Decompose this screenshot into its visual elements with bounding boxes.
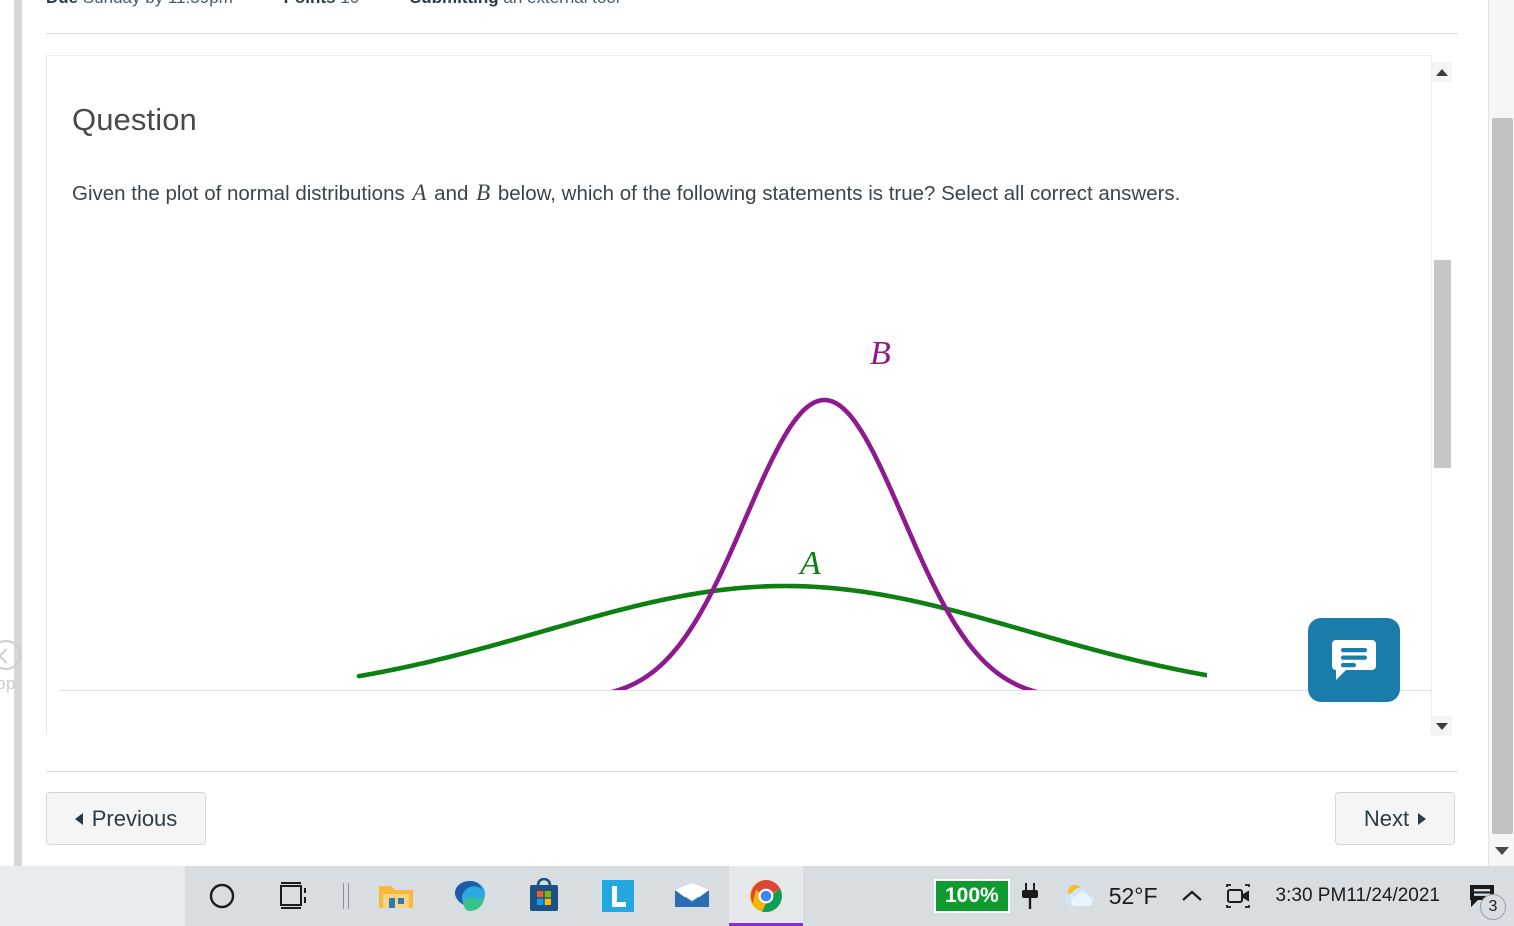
back-to-top-button[interactable]: op (0, 640, 34, 710)
browser-content-area: op Due Sunday by 11:59pm Points 10 Submi… (0, 0, 1514, 866)
taskbar-separator (333, 866, 359, 926)
taskbar-left-pad (0, 866, 185, 926)
assignment-meta-points: Points 10 (284, 0, 364, 7)
taskbar-app-list (185, 866, 803, 926)
curve-label-b: B (870, 335, 891, 372)
triangle-down-glyph-large (1495, 847, 1509, 855)
external-tool-iframe: Question Given the plot of normal distri… (46, 55, 1450, 734)
next-button-label: Next (1363, 805, 1410, 831)
points-label: Points (284, 0, 336, 7)
assignment-meta-submitting: Submitting an external tool (410, 0, 620, 7)
page-title: Question (72, 101, 197, 137)
partly-cloudy-icon (1065, 885, 1094, 906)
taskbar-item-microsoft-store[interactable] (507, 866, 581, 926)
store-icon (530, 878, 558, 911)
triangle-down-glyph (1436, 722, 1448, 730)
envelope-icon (675, 883, 709, 907)
due-value: Sunday by 11:59pm (83, 0, 233, 7)
tool-footer-divider (59, 690, 1447, 691)
plug-glyph (1021, 883, 1038, 909)
iframe-scrollbar-thumb[interactable] (1434, 260, 1451, 468)
scroll-up-arrow-icon[interactable] (1432, 62, 1452, 82)
letter-l-icon (602, 880, 634, 912)
triangle-up-glyph (1436, 68, 1448, 76)
points-value: 10 (340, 0, 359, 7)
windows-taskbar: 100% 52°F 3:30 PM 11/24/2021 3 (0, 866, 1514, 926)
taskbar-clock[interactable]: 3:30 PM 11/24/2021 (1262, 866, 1454, 926)
taskbar-item-microsoft-edge[interactable] (433, 866, 507, 926)
taskbar-item-lenovo-vantage[interactable] (581, 866, 655, 926)
chat-help-button[interactable] (1308, 618, 1400, 702)
task-view-icon (280, 882, 306, 909)
left-gutter-shade (14, 0, 22, 866)
previous-button[interactable]: Previous (46, 792, 206, 845)
due-label: Due (46, 0, 78, 7)
iframe-scrollbar-track[interactable] (1432, 82, 1452, 716)
math-var-b: B (476, 179, 491, 205)
assignment-meta: Due Sunday by 11:59pm Points 10 Submitti… (46, 0, 1406, 14)
assignment-meta-due: Due Sunday by 11:59pm (46, 0, 238, 7)
arrow-up-circle-icon (0, 640, 21, 670)
power-plug-icon[interactable] (1010, 866, 1050, 926)
taskbar-item-task-view[interactable] (259, 866, 333, 926)
chevron-right-icon (1418, 812, 1427, 825)
edge-icon (455, 881, 485, 911)
taskbar-item-mail[interactable] (655, 866, 729, 926)
browser-scrollbar[interactable] (1488, 0, 1514, 866)
submitting-value: an external tool (503, 0, 619, 7)
notification-center-button[interactable]: 3 (1454, 866, 1510, 926)
math-var-a: A (412, 179, 427, 205)
chat-bubble-icon (1332, 640, 1376, 680)
chevron-left-icon (74, 812, 83, 825)
weather-temperature: 52°F (1108, 882, 1158, 909)
notification-count-badge: 3 (1480, 894, 1506, 920)
curve-a-path (356, 583, 1207, 679)
normal-distributions-plot: B A (287, 271, 1207, 691)
curve-label-a: A (800, 545, 821, 582)
folder-icon (379, 886, 413, 908)
back-to-top-label: op (0, 674, 16, 693)
taskbar-item-file-explorer[interactable] (359, 866, 433, 926)
circle-icon (209, 883, 235, 909)
taskbar-item-google-chrome[interactable] (729, 866, 803, 926)
submitting-label: Submitting (410, 0, 499, 7)
battery-percent-label: 100% (933, 879, 1010, 913)
browser-scrollbar-thumb[interactable] (1492, 118, 1513, 834)
clock-date: 11/24/2021 (1346, 884, 1440, 906)
pagination-divider (46, 771, 1458, 772)
taskbar-item-cortana[interactable] (185, 866, 259, 926)
battery-status[interactable]: 100% (926, 866, 1010, 926)
browser-scroll-down-arrow-icon[interactable] (1489, 838, 1514, 864)
next-button[interactable]: Next (1335, 792, 1455, 845)
screen-recorder-icon[interactable] (1214, 866, 1262, 926)
previous-button-label: Previous (91, 805, 178, 831)
scroll-down-arrow-icon[interactable] (1432, 716, 1452, 736)
show-hidden-icons-button[interactable] (1170, 866, 1214, 926)
camera-record-glyph (1225, 884, 1250, 908)
weather-widget[interactable]: 52°F (1050, 866, 1170, 926)
question-text-part3: below, which of the following statements… (492, 181, 1181, 205)
iframe-scrollbar[interactable] (1431, 55, 1452, 736)
taskbar-spacer (803, 866, 926, 926)
clock-time: 3:30 PM (1275, 884, 1347, 906)
meta-divider (46, 33, 1458, 34)
question-text-part2: and (428, 181, 475, 205)
system-tray: 100% 52°F 3:30 PM 11/24/2021 3 (926, 866, 1514, 926)
chevron-up-icon (1181, 890, 1202, 901)
left-gutter (0, 0, 22, 866)
question-text-part1: Given the plot of normal distributions (72, 181, 411, 205)
plot-svg (356, 397, 1207, 691)
chrome-icon (750, 880, 782, 913)
question-text: Given the plot of normal distributions A… (72, 173, 1362, 213)
